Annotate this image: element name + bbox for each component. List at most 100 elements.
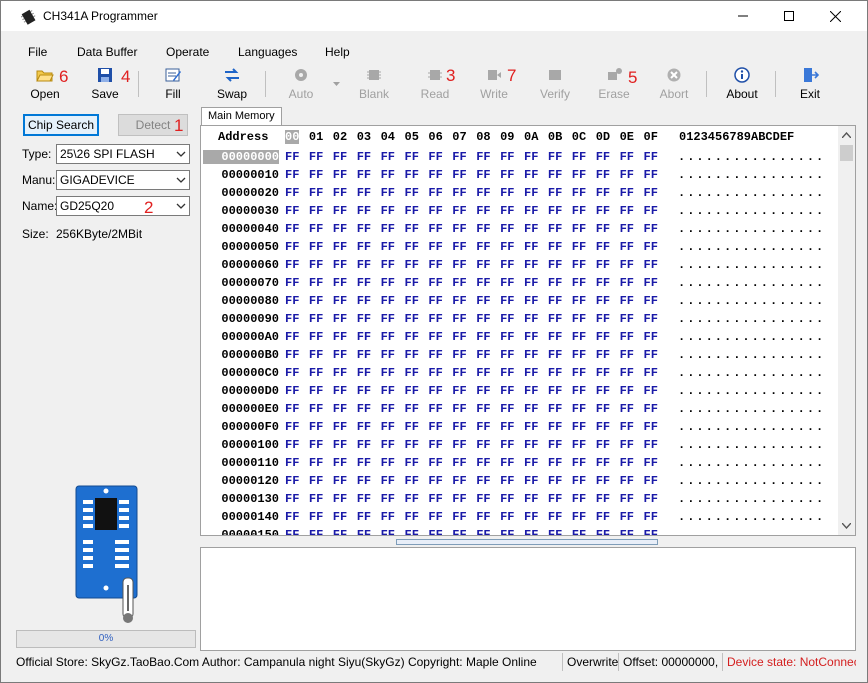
- hex-byte[interactable]: FF: [548, 240, 562, 254]
- hex-byte[interactable]: FF: [309, 186, 323, 200]
- hex-byte[interactable]: FF: [644, 276, 658, 290]
- hex-byte[interactable]: FF: [428, 168, 442, 182]
- hex-byte[interactable]: FF: [524, 150, 538, 164]
- hex-byte[interactable]: FF: [548, 474, 562, 488]
- hex-byte[interactable]: FF: [428, 528, 442, 535]
- hex-byte[interactable]: FF: [476, 528, 490, 535]
- hex-byte[interactable]: FF: [452, 420, 466, 434]
- hex-byte[interactable]: FF: [524, 510, 538, 524]
- hex-byte[interactable]: FF: [524, 222, 538, 236]
- hex-byte[interactable]: FF: [476, 186, 490, 200]
- scroll-down-icon[interactable]: [842, 523, 851, 529]
- hex-byte[interactable]: FF: [428, 402, 442, 416]
- hex-byte[interactable]: FF: [381, 366, 395, 380]
- hex-byte[interactable]: FF: [381, 438, 395, 452]
- hex-byte[interactable]: FF: [644, 402, 658, 416]
- hex-byte[interactable]: FF: [452, 150, 466, 164]
- hex-byte[interactable]: FF: [596, 348, 610, 362]
- auto-dropdown-arrow-icon[interactable]: [333, 82, 340, 87]
- hex-byte[interactable]: FF: [620, 258, 634, 272]
- hex-byte[interactable]: FF: [620, 384, 634, 398]
- hex-byte[interactable]: FF: [428, 204, 442, 218]
- hex-byte[interactable]: FF: [381, 222, 395, 236]
- hex-byte[interactable]: FF: [381, 348, 395, 362]
- hex-byte[interactable]: FF: [357, 438, 371, 452]
- hex-byte[interactable]: FF: [333, 366, 347, 380]
- hex-byte[interactable]: FF: [524, 276, 538, 290]
- hex-byte[interactable]: FF: [381, 168, 395, 182]
- hex-byte[interactable]: FF: [644, 510, 658, 524]
- hex-byte[interactable]: FF: [381, 456, 395, 470]
- hex-byte[interactable]: FF: [596, 222, 610, 236]
- log-output[interactable]: [200, 547, 856, 651]
- hex-byte[interactable]: FF: [572, 330, 586, 344]
- hex-byte[interactable]: FF: [428, 276, 442, 290]
- hex-byte[interactable]: FF: [500, 510, 514, 524]
- hex-byte[interactable]: FF: [596, 402, 610, 416]
- hex-byte[interactable]: FF: [405, 384, 419, 398]
- hex-byte[interactable]: FF: [644, 186, 658, 200]
- hex-byte[interactable]: FF: [644, 240, 658, 254]
- hex-byte[interactable]: FF: [285, 204, 299, 218]
- hex-byte[interactable]: FF: [357, 204, 371, 218]
- hex-byte[interactable]: FF: [452, 402, 466, 416]
- hex-byte[interactable]: FF: [620, 492, 634, 506]
- hex-byte[interactable]: FF: [524, 204, 538, 218]
- hex-byte[interactable]: FF: [644, 438, 658, 452]
- hex-byte[interactable]: FF: [620, 528, 634, 535]
- hex-byte[interactable]: FF: [428, 294, 442, 308]
- hex-byte[interactable]: FF: [644, 312, 658, 326]
- hex-byte[interactable]: FF: [357, 402, 371, 416]
- hex-byte[interactable]: FF: [357, 222, 371, 236]
- hex-byte[interactable]: FF: [285, 168, 299, 182]
- hex-byte[interactable]: FF: [524, 330, 538, 344]
- hex-byte[interactable]: FF: [572, 204, 586, 218]
- hex-byte[interactable]: FF: [596, 186, 610, 200]
- hex-byte[interactable]: FF: [620, 204, 634, 218]
- hex-byte[interactable]: FF: [572, 240, 586, 254]
- hex-editor[interactable]: Address 0123456789ABCDEF 00 01 02 03 04 05 06 0…: [200, 125, 856, 536]
- hex-byte[interactable]: FF: [500, 222, 514, 236]
- verify-button[interactable]: Verify: [527, 65, 583, 103]
- hex-byte[interactable]: FF: [644, 330, 658, 344]
- hex-byte[interactable]: FF: [333, 456, 347, 470]
- hex-byte[interactable]: FF: [524, 402, 538, 416]
- hex-byte[interactable]: FF: [309, 528, 323, 535]
- hex-byte[interactable]: FF: [548, 168, 562, 182]
- hex-byte[interactable]: FF: [596, 168, 610, 182]
- hex-byte[interactable]: FF: [333, 420, 347, 434]
- hex-byte[interactable]: FF: [405, 438, 419, 452]
- hex-byte[interactable]: FF: [428, 240, 442, 254]
- splitter-handle[interactable]: [396, 539, 658, 545]
- hex-byte[interactable]: FF: [405, 204, 419, 218]
- hex-byte[interactable]: FF: [476, 474, 490, 488]
- hex-byte[interactable]: FF: [428, 222, 442, 236]
- hex-byte[interactable]: FF: [285, 222, 299, 236]
- hex-byte[interactable]: FF: [452, 348, 466, 362]
- hex-byte[interactable]: FF: [428, 474, 442, 488]
- hex-byte[interactable]: FF: [309, 420, 323, 434]
- hex-byte[interactable]: FF: [333, 330, 347, 344]
- hex-byte[interactable]: FF: [572, 366, 586, 380]
- hex-byte[interactable]: FF: [405, 510, 419, 524]
- hex-byte[interactable]: FF: [405, 258, 419, 272]
- hex-byte[interactable]: FF: [452, 492, 466, 506]
- hex-byte[interactable]: FF: [476, 384, 490, 398]
- hex-byte[interactable]: FF: [572, 222, 586, 236]
- hex-byte[interactable]: FF: [644, 294, 658, 308]
- hex-byte[interactable]: FF: [285, 420, 299, 434]
- hex-byte[interactable]: FF: [405, 186, 419, 200]
- hex-byte[interactable]: FF: [548, 420, 562, 434]
- hex-byte[interactable]: FF: [381, 420, 395, 434]
- hex-byte[interactable]: FF: [333, 492, 347, 506]
- auto-button[interactable]: Auto: [273, 65, 329, 103]
- hex-byte[interactable]: FF: [333, 528, 347, 535]
- hex-byte[interactable]: FF: [596, 294, 610, 308]
- hex-byte[interactable]: FF: [285, 438, 299, 452]
- hex-byte[interactable]: FF: [357, 258, 371, 272]
- hex-byte[interactable]: FF: [309, 312, 323, 326]
- hex-byte[interactable]: FF: [285, 348, 299, 362]
- hex-byte[interactable]: FF: [333, 276, 347, 290]
- hex-byte[interactable]: FF: [309, 204, 323, 218]
- hex-byte[interactable]: FF: [476, 150, 490, 164]
